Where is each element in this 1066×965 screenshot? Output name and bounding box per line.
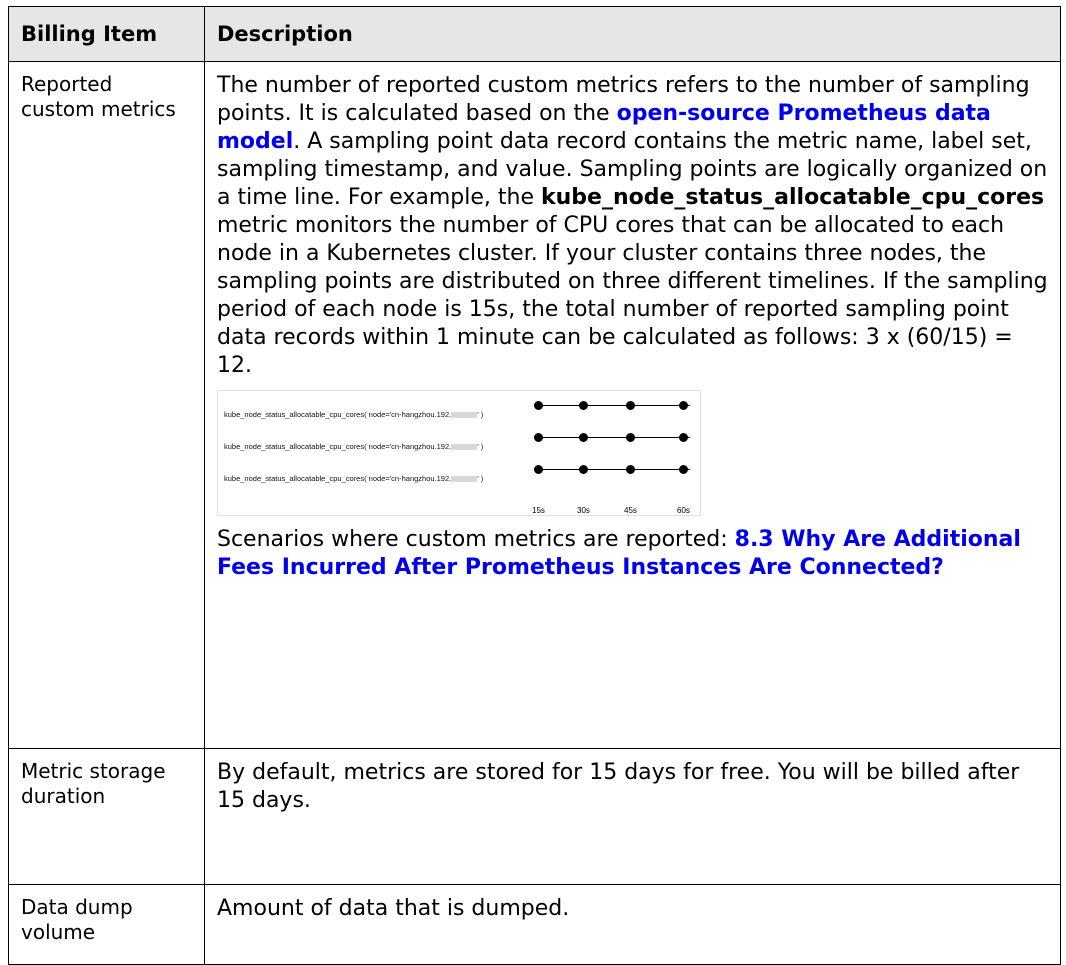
sampling-point xyxy=(579,401,588,410)
metric-name: kube_node_status_allocatable_cpu_cores xyxy=(541,185,1045,210)
billing-item-cell: Reported custom metrics xyxy=(8,61,205,749)
sampling-point xyxy=(579,465,588,474)
sampling-point xyxy=(534,401,543,410)
description-paragraph: The number of reported custom metrics re… xyxy=(217,72,1048,380)
timeline-label: kube_node_status_allocatable_cpu_cores( … xyxy=(224,474,484,483)
timeline-line xyxy=(538,405,690,406)
table-header-row: Billing Item Description xyxy=(8,6,1061,62)
timeline-line xyxy=(538,437,690,438)
header-description: Description xyxy=(204,6,1061,62)
sampling-point xyxy=(626,401,635,410)
sampling-point xyxy=(579,433,588,442)
text-run: Scenarios where custom metrics are repor… xyxy=(217,527,735,552)
sampling-point xyxy=(626,433,635,442)
time-tick-label: 60s xyxy=(677,506,690,515)
timeline-label: kube_node_status_allocatable_cpu_cores( … xyxy=(224,410,484,419)
sampling-points-figure: kube_node_status_allocatable_cpu_cores( … xyxy=(217,390,701,516)
description-cell: Amount of data that is dumped. xyxy=(204,884,1061,965)
time-tick-label: 45s xyxy=(624,506,637,515)
header-billing-item: Billing Item xyxy=(8,6,205,62)
sampling-point xyxy=(534,433,543,442)
sampling-point xyxy=(679,433,688,442)
sampling-point xyxy=(626,465,635,474)
redacted-ip xyxy=(451,412,478,419)
scenarios-paragraph: Scenarios where custom metrics are repor… xyxy=(217,526,1048,582)
sampling-point xyxy=(679,401,688,410)
time-tick-label: 15s xyxy=(532,506,545,515)
timeline-line xyxy=(538,469,690,470)
redacted-ip xyxy=(451,444,478,451)
sampling-point xyxy=(534,465,543,474)
billing-item-cell: Metric storage duration xyxy=(8,748,205,885)
text-run: metric monitors the number of CPU cores … xyxy=(217,213,1048,378)
redacted-ip xyxy=(451,476,478,483)
billing-table: Billing Item Description Reported custom… xyxy=(8,6,1061,965)
table-row: Data dump volume Amount of data that is … xyxy=(8,884,1061,965)
table-row: Metric storage duration By default, metr… xyxy=(8,748,1061,885)
description-cell: By default, metrics are stored for 15 da… xyxy=(204,748,1061,885)
sampling-point xyxy=(679,465,688,474)
time-tick-label: 30s xyxy=(577,506,590,515)
table-row: Reported custom metrics The number of re… xyxy=(8,61,1061,749)
timeline-label: kube_node_status_allocatable_cpu_cores( … xyxy=(224,442,484,451)
description-cell: The number of reported custom metrics re… xyxy=(204,61,1061,749)
billing-item-cell: Data dump volume xyxy=(8,884,205,965)
